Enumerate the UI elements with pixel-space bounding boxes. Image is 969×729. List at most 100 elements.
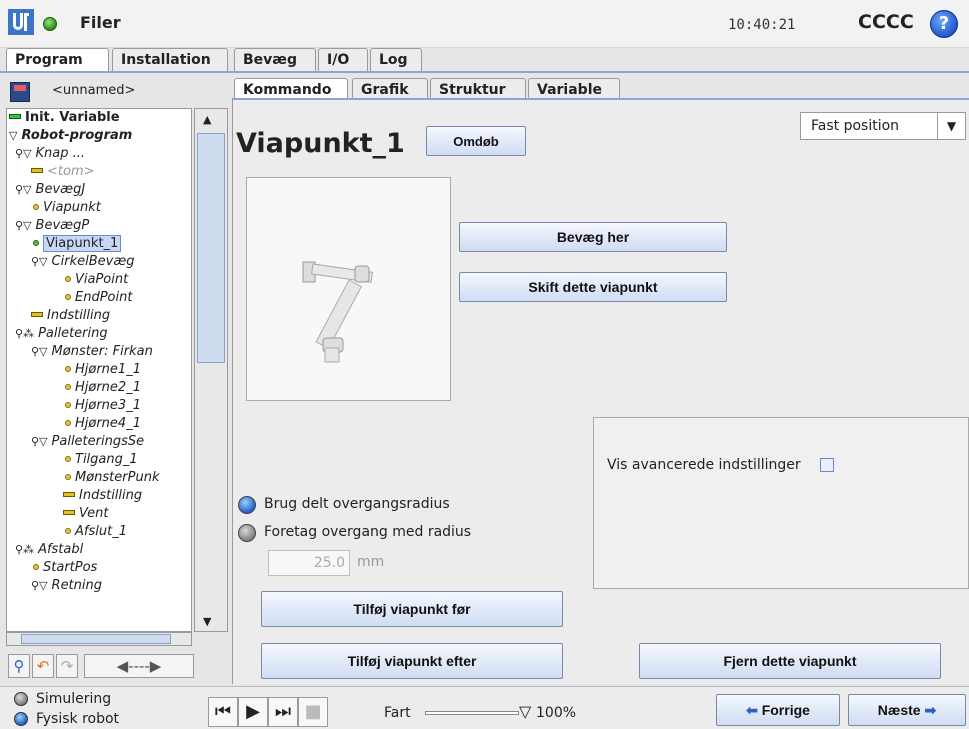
tree-node[interactable]: Hjørne3_1 [63,397,141,415]
speed-value: 100% [536,705,577,721]
tree-node[interactable]: StartPos [31,559,97,577]
tree-node[interactable]: ⚲▽ PalleteringsSe [31,433,144,451]
tree-node[interactable]: ⚲▽ BevægP [15,217,89,235]
step-icon[interactable]: ⏭ [268,697,298,727]
waypoint-icon [65,276,71,282]
speed-slider[interactable] [425,711,519,715]
scroll-down-icon[interactable]: ▼ [203,615,211,628]
move-node-icon[interactable]: ◀----▶ [84,654,194,678]
program-file-row: <unnamed> [6,80,228,104]
pallet-icon: ⚲⁂ [15,543,35,556]
add-waypoint-before-button[interactable]: Tilføj viapunkt før [261,591,563,627]
tree-node[interactable]: <tom> [31,163,95,181]
triangle-icon: ▽ [9,129,18,142]
tree-node[interactable]: EndPoint [63,289,132,307]
triangle-icon: ⚲▽ [31,579,48,592]
tab-installation[interactable]: Installation [112,48,228,72]
simulation-radio[interactable] [14,692,28,706]
previous-button[interactable]: ⬅ Forrige [716,694,840,726]
search-icon[interactable]: ⚲ [8,654,30,678]
triangle-icon: ⚲▽ [15,183,32,196]
previous-label: Forrige [761,701,810,718]
real-robot-radio[interactable] [14,712,28,726]
waypoint-icon [65,294,71,300]
tree-node[interactable]: Indstilling [31,307,110,325]
tree-node[interactable]: ⚲▽ CirkelBevæg [31,253,135,271]
position-type-value: Fast position [811,118,900,134]
tree-node[interactable]: ViaPoint [63,271,128,289]
tree-node[interactable]: Tilgang_1 [63,451,138,469]
chevron-down-icon: ▼ [937,113,965,139]
redo-icon[interactable]: ↷ [56,654,78,678]
tree-node[interactable]: Hjørne2_1 [63,379,141,397]
stop-icon[interactable]: ■ [298,697,328,727]
robot-name: CCCC [858,11,914,33]
radius-unit: mm [357,554,385,570]
shared-blend-radio[interactable] [238,496,256,514]
speed-slider-handle-icon[interactable]: ▽ [519,702,531,721]
tab-move[interactable]: Bevæg [234,48,316,72]
arrow-left-icon: ⬅ [746,701,762,718]
waypoint-icon [65,366,71,372]
remove-waypoint-button[interactable]: Fjern dette viapunkt [639,643,941,679]
tree-horizontal-scrollbar[interactable] [6,632,192,646]
tree-node[interactable]: Init. Variable [9,109,120,127]
waypoint-icon [33,204,39,210]
triangle-icon: ⚲▽ [15,219,32,232]
tree-node[interactable]: ⚲▽ Retning [31,577,102,595]
position-type-select[interactable]: Fast position ▼ [800,112,966,140]
help-icon[interactable]: ? [930,10,958,38]
move-here-button[interactable]: Bevæg her [459,222,727,252]
tree-node[interactable]: ⚲⁂ Afstabl [15,541,83,559]
title-bar: Filer 10:40:21 CCCC ? [0,0,969,48]
play-icon[interactable]: ▶ [238,697,268,727]
files-menu[interactable]: Filer [80,13,121,32]
waypoint-icon [65,456,71,462]
tab-program[interactable]: Program [6,48,109,72]
triangle-icon: ⚲▽ [31,255,48,268]
blend-radius-label: Foretag overgang med radius [264,524,472,540]
change-waypoint-button[interactable]: Skift dette viapunkt [459,272,727,302]
tree-node[interactable]: ⚲▽ Mønster: Firkan [31,343,153,361]
real-robot-label: Fysisk robot [36,711,120,727]
tree-node[interactable]: MønsterPunk [63,469,159,487]
next-button[interactable]: Næste ➡ [848,694,966,726]
add-waypoint-after-button[interactable]: Tilføj viapunkt efter [261,643,563,679]
tree-node[interactable]: Viapunkt [31,199,101,217]
waypoint-icon [33,240,39,246]
ur-logo-icon [8,9,34,35]
blend-radius-radio[interactable] [238,524,256,542]
save-icon[interactable] [10,82,30,102]
tree-node[interactable]: ⚲⁂ Palletering [15,325,108,343]
triangle-icon: ⚲▽ [31,345,48,358]
pallet-icon: ⚲⁂ [15,327,35,340]
undo-icon[interactable]: ↶ [32,654,54,678]
rewind-icon[interactable]: ⏮ [208,697,238,727]
scroll-thumb[interactable] [21,634,171,644]
waypoint-icon [65,474,71,480]
next-label: Næste [877,701,921,718]
tree-node[interactable]: Hjørne4_1 [63,415,141,433]
advanced-settings-checkbox[interactable] [820,458,834,472]
tree-node[interactable]: Hjørne1_1 [63,361,141,379]
wait-icon [63,510,75,515]
tab-log[interactable]: Log [370,48,422,72]
program-name: <unnamed> [52,83,136,98]
scroll-thumb[interactable] [197,133,225,363]
tree-toolbar: ⚲ ↶ ↷ ◀----▶ [6,650,228,682]
tree-node-selected[interactable]: Viapunkt_1 [31,235,122,253]
program-tree[interactable]: Init. Variable ▽ Robot-program ⚲▽ Knap ...… [6,108,192,632]
tree-vertical-scrollbar[interactable]: ▲ ▼ [194,108,228,632]
blend-radius-input[interactable]: 25.0 [268,550,350,576]
scroll-up-icon[interactable]: ▲ [203,113,211,126]
tree-node[interactable]: ▽ Robot-program [9,127,132,145]
tree-node[interactable]: Afslut_1 [63,523,127,541]
tab-io[interactable]: I/O [318,48,368,72]
tree-node[interactable]: ⚲▽ BevægJ [15,181,85,199]
waypoint-icon [33,564,39,570]
rename-button[interactable]: Omdøb [426,126,526,156]
tab-divider [0,71,969,73]
tree-node[interactable]: ⚲▽ Knap ... [15,145,85,163]
tree-node[interactable]: Vent [63,505,108,523]
tree-node[interactable]: Indstilling [63,487,142,505]
